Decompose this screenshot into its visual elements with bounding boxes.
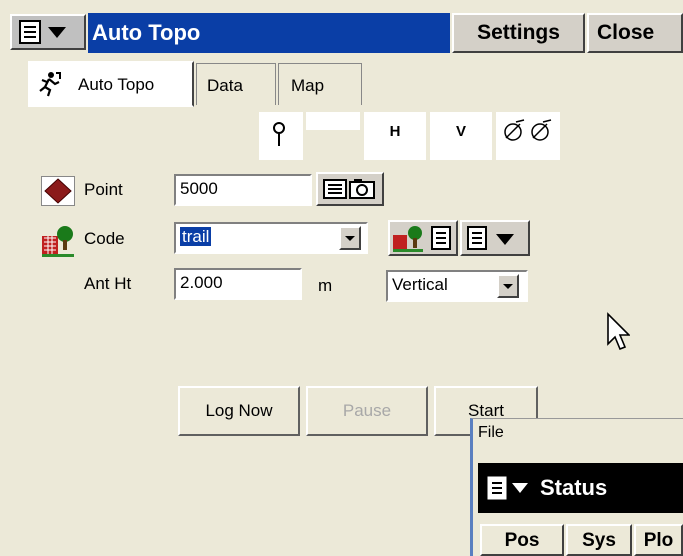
code-attributes-icon [393, 226, 451, 252]
h-precision-cell: H [364, 112, 426, 160]
status-window-title: Status [540, 475, 608, 500]
point-diamond-icon [44, 178, 72, 204]
radio-status-cell [496, 112, 560, 160]
camera-list-icon [323, 179, 375, 199]
code-label: Code [84, 229, 125, 248]
tab-map-label: Map [291, 76, 325, 95]
code-icon-box [41, 222, 75, 258]
menu-list-icon [19, 20, 66, 44]
tab-auto-topo-label: Auto Topo [78, 75, 155, 94]
radio-link-icon [504, 119, 552, 141]
tab-map[interactable]: Map [278, 63, 362, 105]
code-dropdown-button[interactable] [339, 226, 361, 250]
fix-status-cell [306, 112, 360, 130]
window-title: Auto Topo [92, 20, 201, 45]
tab-sys[interactable]: Sys [566, 524, 632, 556]
point-options-button[interactable] [316, 172, 384, 206]
code-value: trail [180, 227, 212, 246]
tab-data[interactable]: Data [196, 63, 276, 105]
tab-plot[interactable]: Plo [634, 524, 683, 556]
settings-button[interactable]: Settings [452, 13, 585, 53]
menu-list-icon[interactable] [484, 471, 544, 505]
tab-data-label: Data [207, 76, 243, 95]
satellite-count-cell [259, 112, 303, 160]
point-label: Point [84, 180, 123, 199]
chevron-down-icon [503, 284, 513, 289]
file-menu[interactable]: File [478, 424, 504, 442]
menu-list-icon [467, 226, 514, 250]
ant-ht-unit: m [318, 276, 333, 295]
log-now-button[interactable]: Log Now [178, 386, 300, 436]
code-menu-button[interactable] [460, 220, 530, 256]
mouse-cursor-icon [607, 312, 630, 351]
ant-ht-label: Ant Ht [84, 274, 132, 293]
measure-method-dropdown-button[interactable] [497, 274, 519, 298]
ant-ht-input[interactable]: 2.000 [174, 268, 302, 300]
close-button[interactable]: Close [587, 13, 683, 53]
running-man-icon [39, 72, 61, 97]
point-name-input[interactable]: 5000 [174, 174, 312, 206]
tab-pos[interactable]: Pos [480, 524, 564, 556]
feature-code-icon [42, 226, 74, 257]
pause-button[interactable]: Pause [306, 386, 428, 436]
point-icon-box [41, 176, 75, 206]
antenna-icon [273, 122, 285, 146]
v-precision-cell: V [430, 112, 492, 160]
chevron-down-icon [345, 236, 355, 241]
tab-auto-topo[interactable]: Auto Topo [28, 61, 194, 107]
code-attributes-button[interactable] [388, 220, 458, 256]
app-menu-button[interactable] [10, 14, 86, 50]
